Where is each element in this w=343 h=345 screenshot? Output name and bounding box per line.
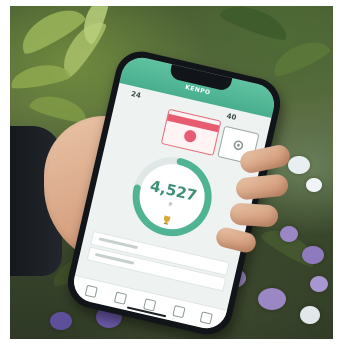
background-leaf: [10, 60, 72, 92]
purple-flower: [280, 226, 298, 242]
app-header: KENPO: [119, 53, 279, 118]
white-flower: [300, 306, 320, 324]
background-leaf: [218, 6, 292, 44]
purple-flower: [50, 312, 72, 330]
promo-icon: [182, 128, 198, 144]
finger: [229, 202, 279, 228]
left-stat-value: 24: [130, 89, 142, 100]
promo-card-band: [167, 113, 220, 133]
tab-stats-icon[interactable]: [113, 291, 128, 305]
purple-flower: [258, 288, 286, 310]
finger: [234, 173, 290, 201]
tab-more-icon[interactable]: [199, 311, 213, 325]
white-flower: [288, 156, 310, 174]
white-flower: [306, 178, 322, 192]
tab-menu-icon[interactable]: [172, 305, 186, 319]
right-stat: 40: [226, 112, 237, 122]
promo-card[interactable]: [160, 108, 222, 156]
gear-icon: [233, 140, 244, 151]
right-stat-value: 40: [225, 111, 238, 122]
list-item-text: [98, 237, 139, 250]
background-leaf: [268, 34, 332, 80]
purple-flower: [310, 276, 328, 292]
outdoor-photo: KENPO 24 40 4,527 歩: [10, 6, 333, 339]
left-stat: 24: [130, 90, 141, 100]
tab-home-icon[interactable]: [84, 284, 98, 299]
list-item-text: [94, 252, 135, 265]
step-gauge: 4,527 歩: [121, 145, 224, 248]
purple-flower: [302, 246, 324, 264]
